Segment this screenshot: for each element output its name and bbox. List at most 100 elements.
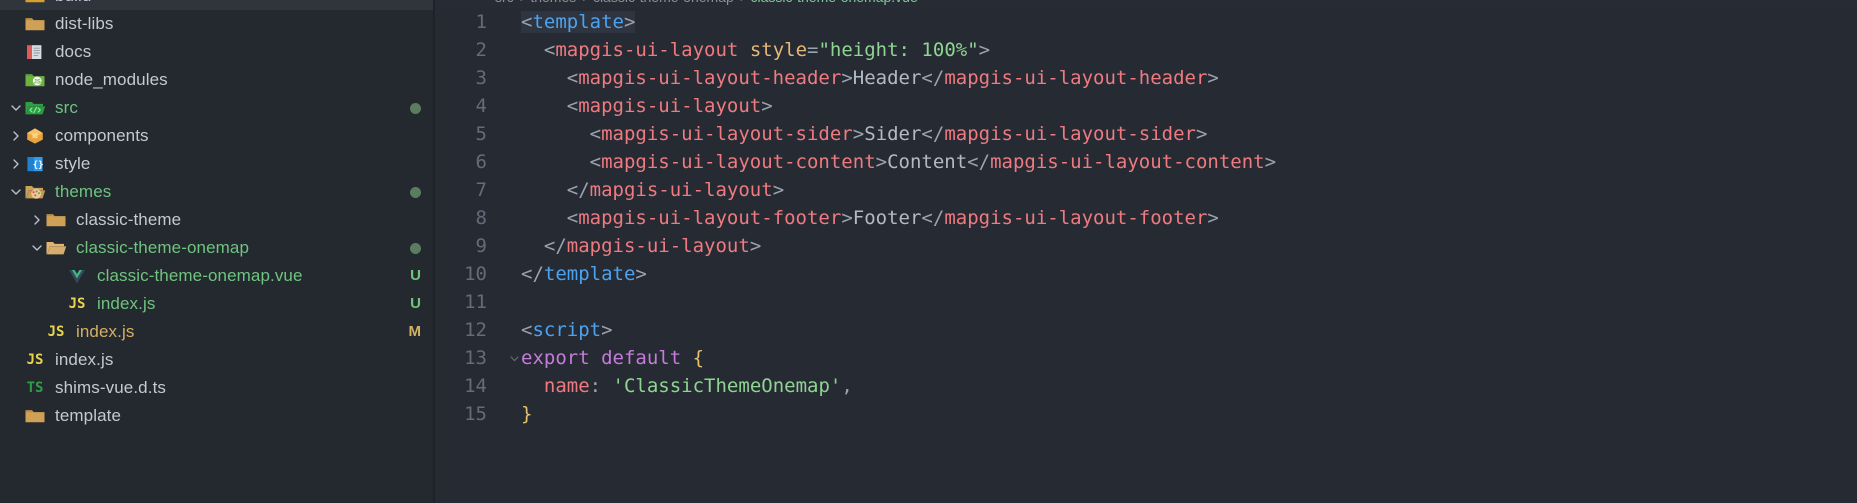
tree-item-label: style <box>55 154 91 173</box>
folder-node-icon: JS <box>24 69 46 91</box>
chevron-down-icon[interactable] <box>7 178 24 206</box>
code-line[interactable]: 10 </template> <box>435 260 1857 288</box>
folder-src-icon <box>24 97 46 119</box>
tree-item-label: index.js <box>97 294 156 313</box>
folder-plain-icon <box>45 209 67 231</box>
tree-item-label: shims-vue.d.ts <box>55 378 166 397</box>
tree-item-label: classic-theme <box>76 210 182 229</box>
tree-item-label: components <box>55 126 149 145</box>
tree-folder-src[interactable]: src <box>0 94 435 122</box>
tree-folder-node-modules[interactable]: JS node_modules <box>0 66 435 94</box>
line-number: 12 <box>464 319 487 341</box>
line-number: 8 <box>475 207 487 229</box>
code-line[interactable]: 7 </mapgis-ui-layout> <box>435 176 1857 204</box>
code-line[interactable]: 3 <mapgis-ui-layout-header>Header</mapgi… <box>435 64 1857 92</box>
breadcrumb-separator-icon: › <box>520 0 525 5</box>
file-tree[interactable]: build dist-libs docs JS node_modulessrc compo… <box>0 0 435 430</box>
tree-item-label: template <box>55 406 122 425</box>
code-line[interactable]: 11 <box>435 288 1857 316</box>
svg-text:{}: {} <box>33 161 44 171</box>
tree-file-index-js[interactable]: JS index.js U <box>0 290 435 318</box>
code-line[interactable]: 4 <mapgis-ui-layout> <box>435 92 1857 120</box>
breadcrumb-separator-icon: › <box>740 0 745 5</box>
line-number: 13 <box>464 347 487 369</box>
code-editor[interactable]: src › themes › classic-theme-onemap › classic-… <box>435 0 1857 503</box>
js-file-icon: JS <box>26 352 44 368</box>
fold-toggle-icon[interactable] <box>507 344 521 372</box>
chevron-down-icon[interactable] <box>7 94 24 122</box>
tree-item-label: index.js <box>76 322 135 341</box>
tree-folder-build[interactable]: build <box>0 0 435 10</box>
tree-folder-themes[interactable]: themes <box>0 178 435 206</box>
code-line[interactable]: 2 <mapgis-ui-layout style="height: 100%"… <box>435 36 1857 64</box>
line-number: 5 <box>475 123 487 145</box>
tree-file-shims-vue-d-ts[interactable]: TS shims-vue.d.ts <box>0 374 435 402</box>
code-line-text: <mapgis-ui-layout-content>Content</mapgi… <box>589 151 1277 173</box>
tree-folder-template[interactable]: template <box>0 402 435 430</box>
code-line-text: <template> <box>521 11 636 33</box>
folder-build-icon <box>24 0 46 7</box>
code-line[interactable]: 9 </mapgis-ui-layout> <box>435 232 1857 260</box>
git-change-dot-icon <box>410 242 421 254</box>
line-number: 11 <box>464 291 487 313</box>
tree-item-label: classic-theme-onemap.vue <box>97 266 303 285</box>
code-line-text: } <box>521 403 533 425</box>
code-line[interactable]: 14 name: 'ClassicThemeOnemap', <box>435 372 1857 400</box>
tree-file-classic-theme-onemap-vue[interactable]: classic-theme-onemap.vue U <box>0 262 435 290</box>
folder-docs-icon <box>24 41 46 63</box>
code-line-text: </template> <box>521 263 647 285</box>
chevron-right-icon[interactable] <box>28 206 45 234</box>
tree-folder-classic-theme[interactable]: classic-theme <box>0 206 435 234</box>
editor-code-area[interactable]: 1 <template> 2 <mapgis-ui-layout style="he… <box>435 8 1857 503</box>
code-line[interactable]: 5 <mapgis-ui-layout-sider>Sider</mapgis-… <box>435 120 1857 148</box>
tree-folder-docs[interactable]: docs <box>0 38 435 66</box>
chevron-right-icon[interactable] <box>7 122 24 150</box>
tree-folder-style[interactable]: {} style <box>0 150 435 178</box>
folder-style-icon: {} <box>24 153 46 175</box>
code-line-text: <mapgis-ui-layout-footer>Footer</mapgis-… <box>566 207 1219 229</box>
tree-item-label: build <box>55 0 91 10</box>
code-line-text: </mapgis-ui-layout> <box>566 179 785 201</box>
code-line-text: </mapgis-ui-layout> <box>543 235 762 257</box>
folder-open-icon <box>45 237 67 259</box>
code-line[interactable]: 13 export default { <box>435 344 1857 372</box>
code-line-text: <script> <box>521 319 613 341</box>
breadcrumb-item[interactable]: themes <box>530 0 576 5</box>
tree-item-label: themes <box>55 182 112 201</box>
tree-folder-components[interactable]: components <box>0 122 435 150</box>
folder-themes-icon <box>24 181 46 203</box>
code-line[interactable]: 15} <box>435 400 1857 428</box>
folder-plain-icon <box>24 405 46 427</box>
code-line[interactable]: 1 <template> <box>435 8 1857 36</box>
tree-folder-classic-theme-onemap[interactable]: classic-theme-onemap <box>0 234 435 262</box>
git-change-dot-icon <box>410 186 421 198</box>
tree-file-index-js[interactable]: JS index.js <box>0 346 435 374</box>
breadcrumb[interactable]: src › themes › classic-theme-onemap › classic-… <box>435 0 1857 8</box>
tree-item-label: classic-theme-onemap <box>76 238 250 257</box>
code-line[interactable]: 12 <script> <box>435 316 1857 344</box>
chevron-down-icon[interactable] <box>28 234 45 262</box>
folder-components-icon <box>24 125 46 147</box>
breadcrumb-item[interactable]: src <box>495 0 514 5</box>
code-line[interactable]: 6 <mapgis-ui-layout-content>Content</map… <box>435 148 1857 176</box>
chevron-right-icon[interactable] <box>7 150 24 178</box>
code-line-text: <mapgis-ui-layout-sider>Sider</mapgis-ui… <box>589 123 1208 145</box>
line-number: 10 <box>464 263 487 285</box>
tree-folder-dist-libs[interactable]: dist-libs <box>0 10 435 38</box>
tree-item-label: docs <box>55 42 92 61</box>
line-number: 3 <box>475 67 487 89</box>
tree-file-index-js[interactable]: JS index.js M <box>0 318 435 346</box>
code-line-text: <mapgis-ui-layout style="height: 100%"> <box>543 39 991 61</box>
code-line-text: name: 'ClassicThemeOnemap', <box>543 375 853 397</box>
breadcrumb-item[interactable]: classic-theme-onemap <box>593 0 734 5</box>
code-line[interactable]: 8 <mapgis-ui-layout-footer>Footer</mapgi… <box>435 204 1857 232</box>
breadcrumb-item[interactable]: classic-theme-onemap.vue <box>750 0 917 5</box>
